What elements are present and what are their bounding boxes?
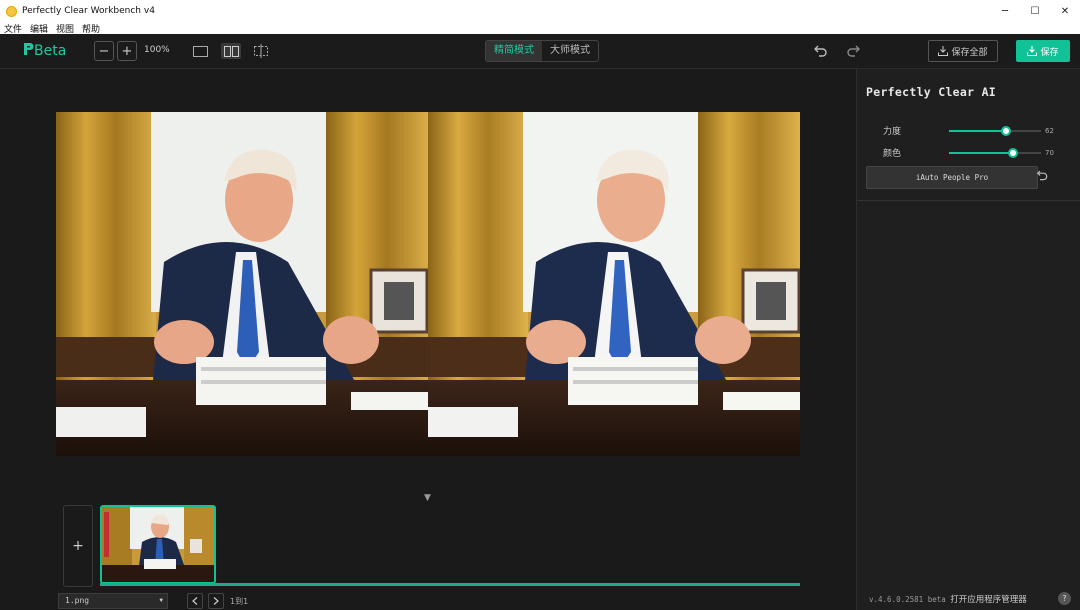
- menu-view[interactable]: 视图: [56, 22, 74, 35]
- preset-button[interactable]: iAuto People Pro: [866, 166, 1038, 189]
- version-text: v.4.6.0.2581 beta: [869, 595, 946, 604]
- image-thumbnail[interactable]: [100, 505, 216, 584]
- menu-file[interactable]: 文件: [4, 22, 22, 35]
- minimize-icon[interactable]: ─: [990, 0, 1020, 22]
- mode-simple-tab[interactable]: 精简模式: [486, 41, 542, 61]
- adjustments-panel: Perfectly Clear AI 力度 62 颜色 70 iAuto Peo…: [856, 69, 1080, 610]
- version-info: v.4.6.0.2581 beta 打开应用程序管理器: [869, 593, 1027, 605]
- original-photo: [56, 112, 428, 456]
- side-by-side-view-icon[interactable]: [221, 43, 241, 59]
- toolbar: Beta − + 100% 精简模式 大师模式 保存全部 保存: [0, 34, 1080, 69]
- strength-slider-fill: [949, 130, 1007, 132]
- filmstrip-scrollbar[interactable]: [100, 583, 800, 586]
- color-slider-fill: [949, 152, 1014, 154]
- menu-bar: 文件 编辑 视图 帮助: [0, 22, 1080, 35]
- help-icon[interactable]: ?: [1058, 592, 1071, 605]
- strength-label: 力度: [883, 127, 902, 137]
- prev-image-button[interactable]: [187, 593, 203, 609]
- title-bar: Perfectly Clear Workbench v4 ─ ☐ ✕: [0, 0, 1080, 22]
- color-slider[interactable]: [949, 148, 1041, 158]
- menu-help[interactable]: 帮助: [82, 22, 100, 35]
- menu-edit[interactable]: 编辑: [30, 22, 48, 35]
- enhanced-photo: [428, 112, 800, 456]
- strength-slider[interactable]: [949, 126, 1041, 136]
- mode-switch: 精简模式 大师模式: [485, 40, 599, 62]
- close-icon[interactable]: ✕: [1050, 0, 1080, 22]
- panel-divider: [857, 200, 1080, 201]
- file-select[interactable]: 1.png ▼: [58, 593, 168, 609]
- color-slider-handle[interactable]: [1008, 148, 1019, 158]
- color-value: 70: [1045, 149, 1054, 157]
- app-icon: [6, 5, 17, 17]
- redo-icon[interactable]: [846, 43, 860, 61]
- undo-icon[interactable]: [814, 43, 828, 61]
- filmstrip-toggle-icon[interactable]: ▼: [424, 493, 431, 503]
- chevron-down-icon: ▼: [159, 597, 163, 604]
- file-select-value: 1.png: [65, 596, 90, 605]
- chevron-right-icon: [213, 597, 219, 605]
- page-count: 1到1: [230, 597, 249, 606]
- color-label: 颜色: [883, 149, 902, 159]
- maximize-icon[interactable]: ☐: [1020, 0, 1050, 22]
- app-manager-link[interactable]: 打开应用程序管理器: [950, 595, 1027, 605]
- download-icon: [938, 46, 949, 56]
- save-all-button[interactable]: 保存全部: [928, 40, 998, 62]
- strength-slider-handle[interactable]: [1001, 126, 1012, 136]
- strength-value: 62: [1045, 127, 1054, 135]
- window-title: Perfectly Clear Workbench v4: [22, 6, 155, 16]
- save-button[interactable]: 保存: [1016, 40, 1070, 62]
- logo-text: Beta: [34, 43, 67, 59]
- save-label: 保存: [1040, 47, 1059, 58]
- mode-master-tab[interactable]: 大师模式: [542, 41, 598, 61]
- zoom-out-button[interactable]: −: [94, 41, 114, 61]
- panel-title: Perfectly Clear AI: [866, 85, 997, 99]
- download-icon: [1027, 46, 1038, 56]
- reset-icon[interactable]: [1036, 170, 1048, 184]
- add-image-button[interactable]: +: [63, 505, 93, 587]
- next-image-button[interactable]: [208, 593, 224, 609]
- single-view-icon[interactable]: [192, 44, 208, 58]
- logo: Beta: [22, 42, 66, 59]
- chevron-left-icon: [192, 597, 198, 605]
- split-view-icon[interactable]: [253, 44, 269, 58]
- zoom-level: 100%: [144, 45, 170, 55]
- save-all-label: 保存全部: [951, 47, 988, 58]
- image-canvas[interactable]: ▼ + 1.png ▼ 1到1: [0, 69, 856, 610]
- filmstrip-scroll-fill: [100, 583, 800, 586]
- logo-icon: [24, 43, 34, 55]
- window-controls: ─ ☐ ✕: [990, 0, 1080, 22]
- zoom-in-button[interactable]: +: [117, 41, 137, 61]
